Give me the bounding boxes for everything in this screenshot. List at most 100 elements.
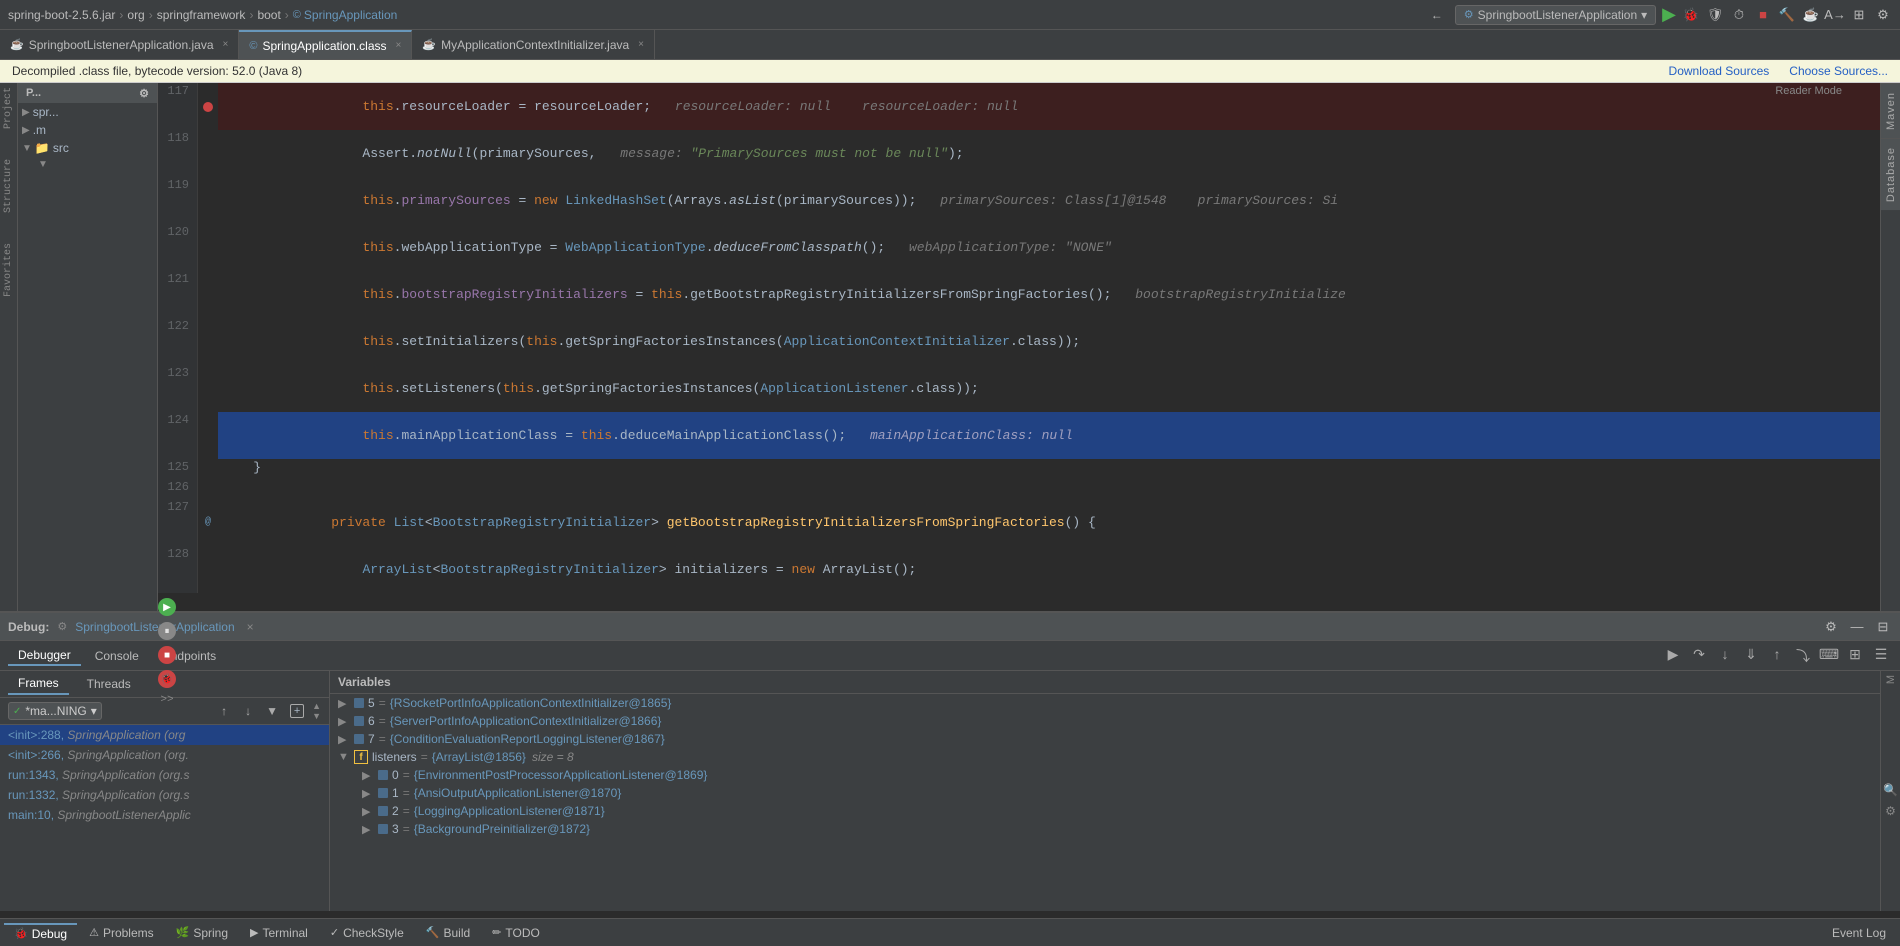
- scroll-up-arrow[interactable]: ▲: [312, 701, 321, 711]
- run-config-dropdown[interactable]: ⚙ SpringbootListenerApplication ▾: [1455, 5, 1656, 25]
- var-item-listener-2[interactable]: ▶ 2 = {LoggingApplicationListener@1871}: [330, 802, 1880, 820]
- frames-icon[interactable]: ⊞: [1844, 645, 1866, 667]
- step-into-icon[interactable]: ↓: [1714, 645, 1736, 667]
- layout-icon[interactable]: ⊞: [1850, 6, 1868, 24]
- favorites-label[interactable]: Favorites: [3, 243, 14, 297]
- stop-button[interactable]: ■: [158, 646, 176, 664]
- tab-close-1[interactable]: ×: [396, 40, 402, 51]
- stop-icon[interactable]: ■: [1754, 6, 1772, 24]
- var-eq-l0: =: [403, 768, 410, 782]
- pause-button[interactable]: ⏸: [158, 622, 176, 640]
- breadcrumb-class[interactable]: SpringApplication: [304, 8, 397, 22]
- debug-close-btn[interactable]: ×: [247, 620, 254, 634]
- coverage-icon[interactable]: 🛡: [1706, 6, 1724, 24]
- var-item-listener-1[interactable]: ▶ 1 = {AnsiOutputApplicationListener@187…: [330, 784, 1880, 802]
- var-item-listener-0[interactable]: ▶ 0 = {EnvironmentPostProcessorApplicati…: [330, 766, 1880, 784]
- thread-selector[interactable]: ✓ *ma...NING ▾: [8, 702, 102, 720]
- frame-item-0[interactable]: <init>:288, SpringApplication (org: [0, 725, 329, 745]
- bottom-tab-eventlog[interactable]: Event Log: [1822, 924, 1896, 942]
- more-dbg-icon[interactable]: ☰: [1870, 645, 1892, 667]
- tree-item-spring[interactable]: ▶ spr...: [18, 103, 157, 121]
- structure-label[interactable]: Structure: [3, 159, 14, 213]
- resume-button[interactable]: ▶: [158, 598, 176, 616]
- bottom-tab-terminal[interactable]: ▶ Terminal: [240, 924, 318, 942]
- frame-class-3: SpringApplication (org.s: [62, 788, 189, 802]
- frame-item-4[interactable]: main:10, SpringbootListenerApplic: [0, 805, 329, 825]
- line-num-119: 119: [158, 177, 198, 224]
- more-controls-icon[interactable]: >>: [160, 694, 173, 706]
- frame-item-2[interactable]: run:1343, SpringApplication (org.s: [0, 765, 329, 785]
- console-tab[interactable]: Console: [85, 647, 149, 665]
- frames-up-btn[interactable]: ↑: [214, 701, 234, 721]
- breadcrumb-springframework[interactable]: springframework: [157, 8, 246, 22]
- side-m-label[interactable]: M: [1885, 675, 1897, 684]
- tab-close-0[interactable]: ×: [223, 39, 229, 50]
- frames-add-btn[interactable]: +: [290, 704, 304, 718]
- var-settings-icon[interactable]: ⚙: [1885, 804, 1896, 819]
- bottom-tab-debug[interactable]: 🐞 Debug: [4, 923, 77, 943]
- run-config-arrow: ▾: [1641, 8, 1647, 22]
- var-item-7[interactable]: ▶ 7 = {ConditionEvaluationReportLoggingL…: [330, 730, 1880, 748]
- force-step-into-icon[interactable]: ⇓: [1740, 645, 1762, 667]
- run-to-cursor-icon[interactable]: ⤵: [1792, 645, 1814, 667]
- frame-item-1[interactable]: <init>:266, SpringApplication (org.: [0, 745, 329, 765]
- run-button[interactable]: ▶: [1662, 4, 1676, 25]
- code-scroll-area[interactable]: 117 this.resourceLoader = resourceLoader…: [158, 83, 1880, 611]
- settings-icon[interactable]: ⚙: [1874, 6, 1892, 24]
- tree-item-src[interactable]: ▼ 📁 src: [18, 139, 157, 157]
- frames-down-btn[interactable]: ↓: [238, 701, 258, 721]
- breadcrumb-boot[interactable]: boot: [257, 8, 280, 22]
- line-content-126: [218, 479, 1880, 499]
- tab-springboot-listener[interactable]: ☕ SpringbootListenerApplication.java ×: [0, 30, 239, 59]
- translate-icon[interactable]: A→: [1826, 6, 1844, 24]
- threads-tab[interactable]: Threads: [77, 674, 141, 694]
- profile-icon[interactable]: ⏱: [1730, 6, 1748, 24]
- tree-item-src-sub[interactable]: ▼: [18, 157, 157, 172]
- project-options-icon[interactable]: ⚙: [139, 87, 149, 100]
- breadcrumb-jar[interactable]: spring-boot-2.5.6.jar: [8, 8, 115, 22]
- step-over-icon[interactable]: ↷: [1688, 645, 1710, 667]
- var-item-listeners[interactable]: ▼ f listeners = {ArrayList@1856} size = …: [330, 748, 1880, 766]
- bottom-tabs: 🐞 Debug ⚠ Problems 🌿 Spring ▶ Terminal ✓…: [0, 918, 1900, 946]
- tab-close-2[interactable]: ×: [638, 39, 644, 50]
- bottom-tab-todo[interactable]: ✏ TODO: [482, 924, 550, 942]
- tab-spring-application[interactable]: © SpringApplication.class ×: [239, 30, 412, 59]
- rerun-debug-button[interactable]: 🐞: [158, 670, 176, 688]
- choose-sources-link[interactable]: Choose Sources...: [1789, 64, 1888, 78]
- bottom-tab-build[interactable]: 🔨 Build: [416, 924, 480, 942]
- debug-app-name[interactable]: SpringbootListenerApplication: [75, 620, 234, 634]
- frames-filter-btn[interactable]: ▼: [262, 701, 282, 721]
- download-sources-link[interactable]: Download Sources: [1669, 64, 1770, 78]
- maven-panel-tab[interactable]: Maven: [1881, 83, 1900, 138]
- debug-icon[interactable]: 🐞: [1682, 6, 1700, 24]
- bottom-tab-spring[interactable]: 🌿 Spring: [166, 924, 238, 942]
- frame-item-3[interactable]: run:1332, SpringApplication (org.s: [0, 785, 329, 805]
- debug-layout-icon[interactable]: ⊟: [1874, 618, 1892, 636]
- breakpoint-117[interactable]: [203, 102, 213, 112]
- project-label[interactable]: Project: [3, 87, 14, 129]
- build-icon[interactable]: 🔨: [1778, 6, 1796, 24]
- tree-item-m[interactable]: ▶ .m: [18, 121, 157, 139]
- back-button[interactable]: ←: [1425, 6, 1449, 24]
- step-out-icon[interactable]: ↑: [1766, 645, 1788, 667]
- resume-icon[interactable]: ▶: [1662, 645, 1684, 667]
- database-panel-tab[interactable]: Database: [1881, 138, 1900, 210]
- debug-minimize-icon[interactable]: —: [1848, 618, 1866, 636]
- reader-mode-button[interactable]: Reader Mode: [1767, 83, 1850, 99]
- var-item-5[interactable]: ▶ 5 = {RSocketPortInfoApplicationContext…: [330, 694, 1880, 712]
- debugger-tab[interactable]: Debugger: [8, 646, 81, 666]
- line-marker-125: [198, 459, 218, 479]
- frames-tab[interactable]: Frames: [8, 673, 69, 695]
- var-item-6[interactable]: ▶ 6 = {ServerPortInfoApplicationContextI…: [330, 712, 1880, 730]
- var-value-7: {ConditionEvaluationReportLoggingListene…: [390, 732, 665, 746]
- bottom-tab-checkstyle[interactable]: ✓ CheckStyle: [320, 924, 414, 942]
- debug-settings-icon[interactable]: ⚙: [1822, 618, 1840, 636]
- breadcrumb-org[interactable]: org: [127, 8, 144, 22]
- var-item-listener-3[interactable]: ▶ 3 = {BackgroundPreinitializer@1872}: [330, 820, 1880, 838]
- scroll-down-arrow[interactable]: ▼: [312, 711, 321, 721]
- evaluate-icon[interactable]: ⌨: [1818, 645, 1840, 667]
- sdk-icon[interactable]: ☕: [1802, 6, 1820, 24]
- bottom-tab-problems[interactable]: ⚠ Problems: [79, 924, 164, 942]
- var-search-icon[interactable]: 🔍: [1883, 783, 1898, 798]
- tab-my-app-context[interactable]: ☕ MyApplicationContextInitializer.java ×: [412, 30, 655, 59]
